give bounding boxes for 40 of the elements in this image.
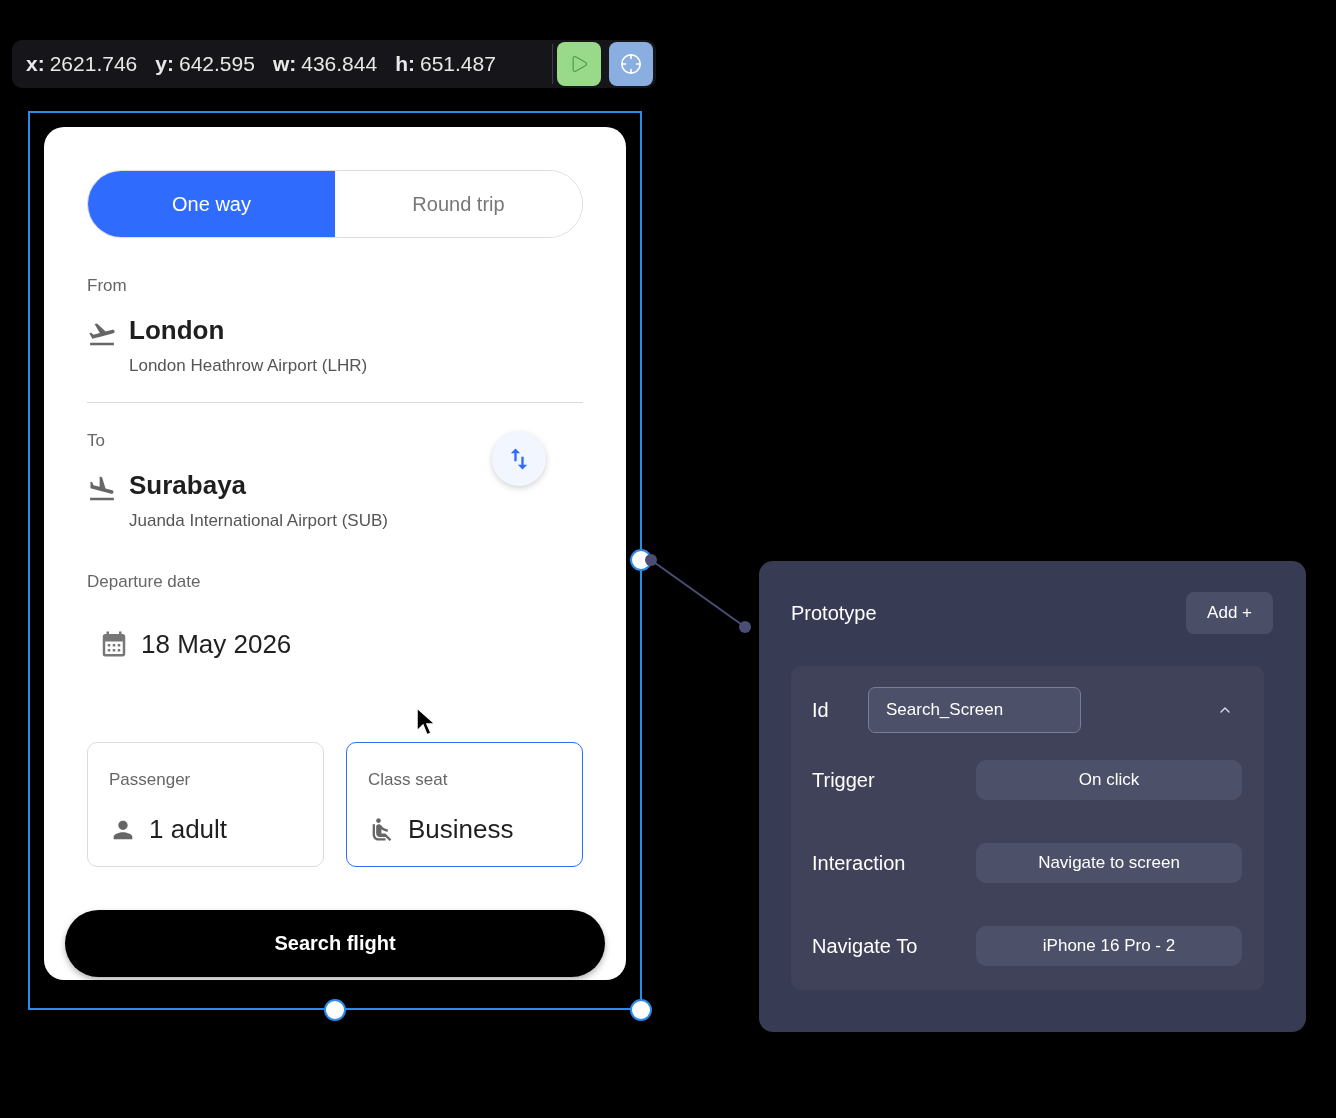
option-card[interactable]: Class seat Business: [346, 741, 583, 867]
row-label: Interaction: [812, 851, 907, 876]
coordinate-label: h:: [395, 51, 415, 78]
field-label: Departure date: [87, 571, 201, 593]
coordinate-value: 436.844: [301, 51, 378, 78]
field-label: To: [87, 430, 105, 452]
airport-name: Juanda International Airport (SUB): [129, 509, 388, 532]
city-name[interactable]: Surabaya: [129, 469, 247, 500]
panel-title: Prototype: [791, 601, 877, 626]
option-card[interactable]: Passenger 1 adult: [87, 741, 324, 867]
resize-handle[interactable]: [630, 999, 652, 1021]
coordinate-label: x:: [26, 51, 45, 78]
coordinate-value: 2621.746: [49, 51, 138, 78]
departure-date[interactable]: 18 May 2026: [141, 624, 292, 664]
coordinate-label: w:: [272, 51, 297, 78]
id-field[interactable]: Search_Screen: [868, 687, 1081, 733]
resize-handle[interactable]: [324, 999, 346, 1021]
target-button[interactable]: [609, 42, 653, 86]
value-dropdown[interactable]: On click: [976, 760, 1242, 800]
crosshair-icon: [620, 53, 642, 75]
value-dropdown[interactable]: iPhone 16 Pro - 2: [976, 926, 1242, 966]
option-label: Class seat: [368, 768, 449, 791]
coordinate-value: 642.595: [178, 51, 255, 78]
coordinate-label: y:: [155, 51, 174, 78]
row-label: Navigate To: [812, 934, 919, 959]
add-button[interactable]: Add +: [1186, 592, 1273, 634]
option-value: 1 adult: [149, 813, 228, 846]
coordinate-value: 651.487: [419, 51, 496, 78]
option-label: Passenger: [109, 768, 192, 791]
city-name[interactable]: London: [129, 314, 225, 345]
option-value: Business: [408, 813, 514, 846]
airport-name: London Heathrow Airport (LHR): [129, 354, 368, 377]
search-flight-button[interactable]: Search flight: [65, 909, 605, 977]
value-dropdown[interactable]: Navigate to screen: [976, 843, 1242, 883]
swap-button[interactable]: [492, 431, 546, 486]
row-label: Id: [812, 698, 830, 723]
field-label: From: [87, 275, 127, 297]
play-button[interactable]: [557, 42, 601, 86]
trip-type-tab[interactable]: One way: [88, 171, 335, 237]
row-label: Trigger: [812, 768, 876, 793]
